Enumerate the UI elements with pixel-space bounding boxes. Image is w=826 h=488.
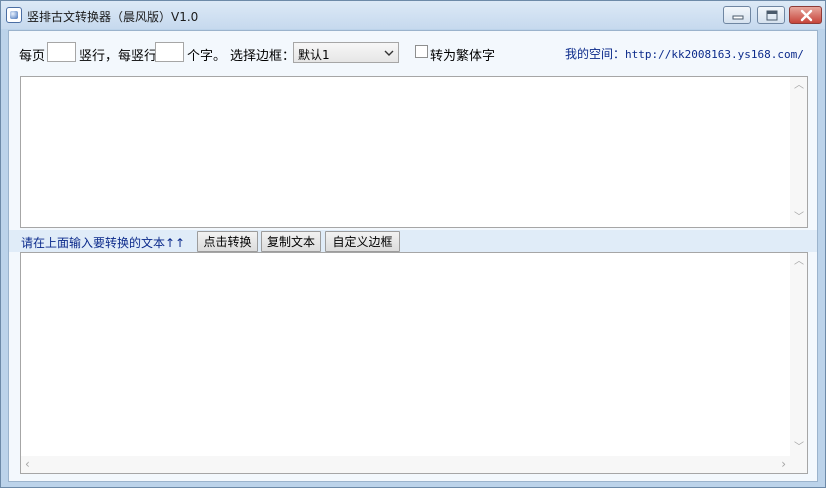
window-title: 竖排古文转换器（晨风版）V1.0 [27,10,199,24]
action-bar: 请在上面输入要转换的文本↑↑ 点击转换 复制文本 自定义边框 [9,230,817,252]
title-bar[interactable]: 竖排古文转换器（晨风版）V1.0 [1,1,825,29]
my-space-label: 我的空间： [565,47,626,61]
scroll-right-icon[interactable]: › [781,458,786,470]
minimize-button[interactable] [723,6,751,24]
client-area: 每页 竖行，每竖行 个字。 选择边框： 默认1 转为繁体字 我的空间：http:… [8,30,818,482]
custom-border-button[interactable]: 自定义边框 [325,231,400,252]
minimize-icon [732,15,744,20]
output-horizontal-scrollbar[interactable]: ‹ › [21,456,790,473]
output-vertical-scrollbar[interactable]: ︿ ﹀ [790,253,807,473]
scroll-up-icon[interactable]: ︿ [794,81,804,91]
chars-label: 个字。 [187,49,227,64]
close-icon [800,9,813,22]
scroll-down-icon[interactable]: ﹀ [794,213,804,223]
border-select[interactable]: 默认1 [293,42,399,63]
maximize-button[interactable] [757,6,785,24]
chevron-down-icon [384,50,394,56]
columns-each-label: 竖行，每竖行 [79,49,158,64]
traditional-label[interactable]: 转为繁体字 [430,45,495,64]
my-space-link[interactable]: 我的空间：http://kk2008163.ys168.com/ [565,45,804,62]
my-space-url[interactable]: http://kk2008163.ys168.com/ [625,48,804,61]
app-window: 竖排古文转换器（晨风版）V1.0 每页 竖行，每竖行 个字。 选择边框： 默认1… [0,0,826,488]
chars-per-column-input[interactable] [155,42,184,62]
close-button[interactable] [789,6,822,24]
scroll-down-icon[interactable]: ﹀ [794,443,804,453]
convert-button[interactable]: 点击转换 [197,231,258,252]
input-vertical-scrollbar[interactable]: ︿ ﹀ [790,77,807,227]
border-select-value: 默认1 [298,48,330,62]
maximize-icon [766,10,778,21]
copy-text-button[interactable]: 复制文本 [261,231,321,252]
app-icon[interactable] [6,7,22,23]
traditional-checkbox[interactable] [415,45,428,58]
options-row: 每页 竖行，每竖行 个字。 选择边框： 默认1 转为繁体字 我的空间：http:… [9,31,817,73]
input-hint: 请在上面输入要转换的文本↑↑ [21,236,186,250]
scroll-left-icon[interactable]: ‹ [25,458,30,470]
scroll-up-icon[interactable]: ︿ [794,257,804,267]
columns-per-page-input[interactable] [47,42,76,62]
output-textarea[interactable]: ︿ ﹀ ‹ › [20,252,808,474]
select-border-label: 选择边框： [230,49,296,64]
per-page-label: 每页 [19,49,46,64]
input-textarea[interactable]: ︿ ﹀ [20,76,808,228]
